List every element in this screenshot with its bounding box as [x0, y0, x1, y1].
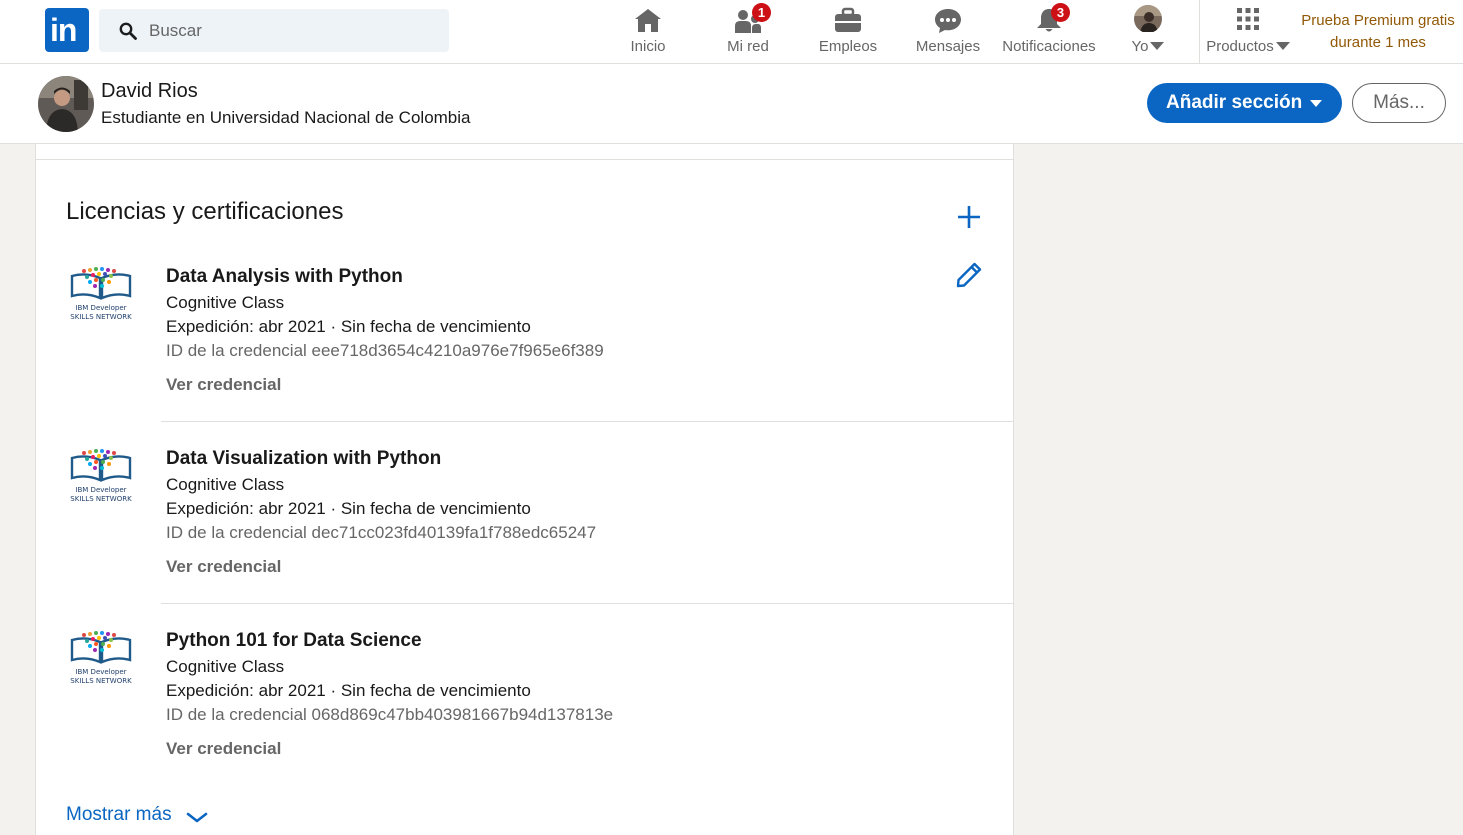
logo-text: in — [50, 12, 77, 48]
premium-upsell-link[interactable]: Prueba Premium gratis durante 1 mes — [1296, 10, 1460, 54]
item-divider — [161, 603, 1013, 604]
cert-issue-date: Expedición: abr 2021 · Sin fecha de venc… — [166, 499, 531, 518]
premium-line-2: durante 1 mes — [1330, 34, 1426, 51]
add-certification-icon[interactable] — [954, 202, 984, 232]
section-divider — [36, 159, 1013, 160]
logo-text-line-1: IBM Developer — [75, 486, 127, 494]
item-divider — [161, 421, 1013, 422]
cert-issue-date: Expedición: abr 2021 · Sin fecha de venc… — [166, 317, 531, 336]
nav-label-empleos: Empleos — [818, 38, 878, 55]
section-title: Licencias y certificaciones — [66, 198, 344, 225]
cert-title: Data Visualization with Python — [166, 448, 442, 469]
profile-avatar[interactable] — [38, 76, 94, 132]
view-credential-link[interactable]: Ver credencial — [166, 739, 281, 759]
ibm-skills-network-logo[interactable]: IBM Developer SKILLS NETWORK — [66, 266, 136, 330]
ibm-logo-graphic — [70, 631, 132, 664]
briefcase-icon — [835, 7, 861, 32]
ibm-logo-graphic — [70, 267, 132, 300]
search-icon — [119, 22, 137, 40]
nav-item-notificaciones[interactable]: 3 Notificaciones — [997, 0, 1101, 63]
cert-credential-id: ID de la credencial 068d869c47bb40398166… — [166, 705, 614, 724]
nav-item-empleos[interactable]: Empleos — [808, 0, 888, 63]
nav-divider — [1199, 0, 1200, 63]
chevron-down-icon — [186, 812, 208, 823]
home-icon — [635, 9, 661, 32]
profile-name: David Rios — [101, 80, 198, 102]
cert-issuer: Cognitive Class — [166, 475, 285, 494]
more-button[interactable]: Más... — [1352, 83, 1446, 123]
cert-title: Data Analysis with Python — [166, 266, 403, 287]
nav-item-productos[interactable]: Productos — [1203, 0, 1293, 63]
nav-label-inicio: Inicio — [630, 38, 666, 55]
nav-item-yo[interactable]: Yo — [1112, 0, 1184, 63]
search-input[interactable] — [149, 17, 429, 44]
nav-item-mensajes[interactable]: Mensajes — [908, 0, 988, 63]
show-more-button[interactable]: Mostrar más — [66, 804, 208, 826]
logo-text-line-1: IBM Developer — [75, 668, 127, 676]
nav-label-mensajes: Mensajes — [915, 38, 981, 55]
nav-label-notificaciones: Notificaciones — [1002, 38, 1096, 55]
cert-credential-id: ID de la credencial dec71cc023fd40139fa1… — [166, 523, 597, 542]
linkedin-logo[interactable]: in — [45, 8, 89, 52]
ibm-logo-graphic — [70, 449, 132, 482]
nav-item-mi-red[interactable]: 1 Mi red — [708, 0, 788, 63]
ibm-skills-network-logo[interactable]: IBM Developer SKILLS NETWORK — [66, 630, 136, 694]
profile-headline: Estudiante en Universidad Nacional de Co… — [101, 108, 471, 127]
logo-text-line-2: SKILLS NETWORK — [70, 313, 132, 321]
certification-item: IBM Developer SKILLS NETWORK Data Visual… — [36, 448, 1013, 630]
chevron-down-icon — [1275, 42, 1290, 50]
sticky-profile-bar: David Rios Estudiante en Universidad Nac… — [0, 64, 1463, 144]
add-section-label: Añadir sección — [1166, 92, 1303, 113]
caret-down-icon — [1310, 100, 1322, 107]
grid-icon — [1237, 8, 1259, 30]
cert-issuer: Cognitive Class — [166, 657, 285, 676]
search-bar[interactable] — [99, 9, 449, 52]
me-avatar — [1134, 5, 1162, 32]
nav-label-yo: Yo — [1112, 38, 1184, 55]
messaging-icon — [935, 9, 961, 33]
notifications-badge: 3 — [1051, 3, 1070, 22]
cert-title: Python 101 for Data Science — [166, 630, 422, 651]
logo-text-line-2: SKILLS NETWORK — [70, 677, 132, 685]
certification-item: IBM Developer SKILLS NETWORK Data Analys… — [36, 266, 1013, 448]
cert-issuer: Cognitive Class — [166, 293, 285, 312]
licenses-certifications-card: Licencias y certificaciones IBM Develope… — [35, 144, 1014, 835]
logo-text-line-2: SKILLS NETWORK — [70, 495, 132, 503]
cert-credential-id: ID de la credencial eee718d3654c4210a976… — [166, 341, 604, 360]
nav-label-productos: Productos — [1203, 38, 1293, 55]
network-badge: 1 — [752, 3, 771, 22]
certification-item: IBM Developer SKILLS NETWORK Python 101 … — [36, 630, 1013, 812]
profile-photo — [38, 76, 94, 132]
nav-item-inicio[interactable]: Inicio — [608, 0, 688, 63]
view-credential-link[interactable]: Ver credencial — [166, 557, 281, 577]
show-more-label: Mostrar más — [66, 804, 172, 825]
cert-issue-date: Expedición: abr 2021 · Sin fecha de venc… — [166, 681, 531, 700]
nav-label-mi-red: Mi red — [727, 38, 769, 55]
global-nav: in Inicio 1 Mi red Empleos — [0, 0, 1463, 64]
premium-line-1: Prueba Premium gratis — [1301, 12, 1455, 29]
chevron-down-icon — [1150, 42, 1165, 50]
logo-text-line-1: IBM Developer — [75, 304, 127, 312]
view-credential-link[interactable]: Ver credencial — [166, 375, 281, 395]
ibm-skills-network-logo[interactable]: IBM Developer SKILLS NETWORK — [66, 448, 136, 512]
add-section-button[interactable]: Añadir sección — [1147, 83, 1342, 123]
